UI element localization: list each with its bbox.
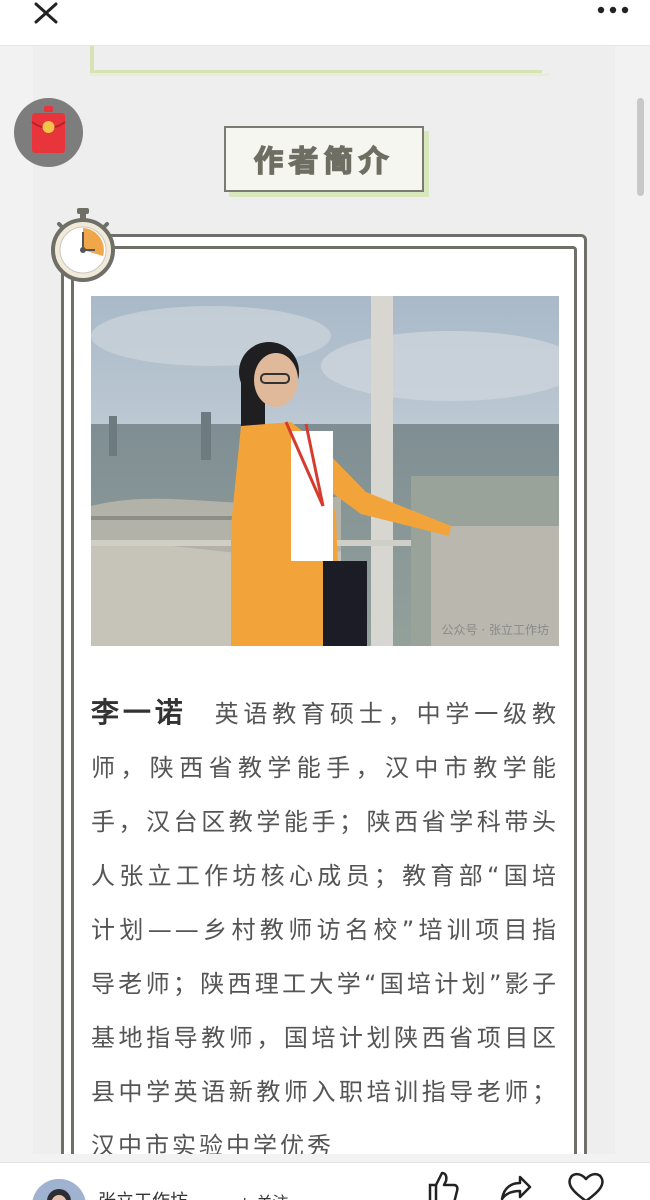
favorite-icon xyxy=(568,1172,604,1200)
section-heading-text: 作者简介 xyxy=(253,143,394,179)
author-bio-text: 英语教育硕士，中学一级教师，陕西省教学能手，汉中市教学能手，汉台区教学能手；陕西… xyxy=(91,700,559,1154)
red-packet-button[interactable] xyxy=(14,98,83,167)
article-content: 作者简介 公众号 · 张立工作坊 李一诺 英语教育硕士，中学一级教师，陕西省教学… xyxy=(33,46,615,1154)
red-packet-icon xyxy=(31,106,66,153)
like-button[interactable] xyxy=(422,1169,462,1200)
bottom-bar: 张立工作坊 + 关注 xyxy=(0,1162,650,1200)
close-button[interactable] xyxy=(20,0,72,42)
avatar-image xyxy=(32,1179,86,1200)
author-name: 李一诺 xyxy=(91,696,187,729)
scrollbar-thumb[interactable] xyxy=(637,98,644,196)
share-button[interactable] xyxy=(494,1169,534,1200)
author-photo[interactable]: 公众号 · 张立工作坊 xyxy=(91,296,559,646)
follow-button[interactable]: + 关注 xyxy=(238,1189,289,1200)
share-icon xyxy=(500,1175,532,1200)
more-button[interactable] xyxy=(592,0,636,40)
account-avatar[interactable] xyxy=(32,1179,86,1200)
top-bar xyxy=(0,0,650,46)
photo-watermark: 公众号 · 张立工作坊 xyxy=(441,623,549,637)
author-photo-image xyxy=(91,296,559,646)
close-icon xyxy=(34,2,58,24)
favorite-button[interactable] xyxy=(566,1169,606,1200)
timer-icon xyxy=(49,206,117,286)
like-icon xyxy=(428,1171,459,1200)
account-name[interactable]: 张立工作坊 xyxy=(98,1187,188,1200)
section-heading: 作者简介 xyxy=(224,126,424,192)
decorative-divider xyxy=(90,46,550,76)
more-icon xyxy=(597,6,629,14)
author-bio: 李一诺 英语教育硕士，中学一级教师，陕西省教学能手，汉中市教学能手，汉台区教学能手… xyxy=(91,686,559,1154)
article-page: 作者简介 公众号 · 张立工作坊 李一诺 英语教育硕士，中学一级教师，陕西省教学… xyxy=(0,0,650,1200)
